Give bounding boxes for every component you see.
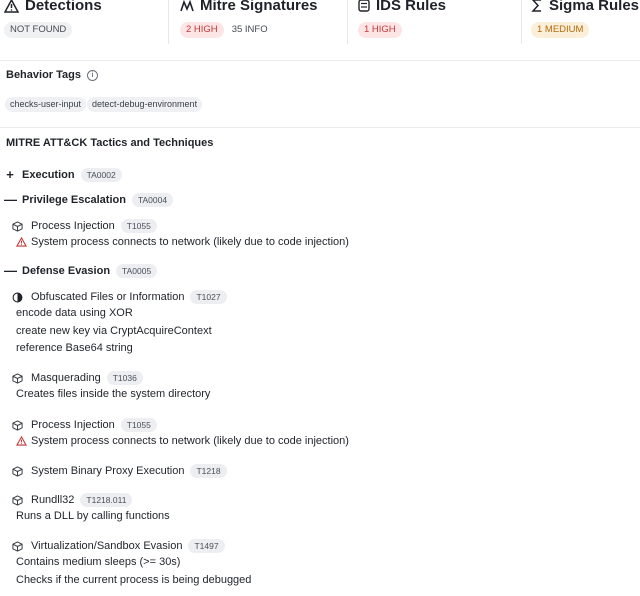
tactic-id-badge: TA0005 <box>116 263 158 278</box>
technique-id-badge: T1055 <box>120 219 157 233</box>
sigma-rules-title: Sigma Rules <box>549 0 640 14</box>
warning-icon <box>4 0 19 13</box>
detail-text: System process connects to network (like… <box>31 236 349 248</box>
sigma-medium-badge: 1 MEDIUM <box>531 22 590 38</box>
technique-id-badge: T1055 <box>120 418 157 432</box>
technique-detail: reference Base64 string <box>16 342 133 354</box>
collapse-icon[interactable]: — <box>4 192 17 207</box>
technique-name: Masquerading <box>31 372 101 384</box>
ids-rules-title: IDS Rules <box>376 0 447 14</box>
technique-masquerading[interactable]: Masquerading T1036 <box>12 371 143 385</box>
technique-name: Process Injection <box>31 419 115 431</box>
technique-id-badge: T1027 <box>190 290 227 304</box>
collapse-icon[interactable]: — <box>4 263 17 278</box>
detail-text: reference Base64 string <box>16 342 133 354</box>
technique-detail: Runs a DLL by calling functions <box>16 510 170 522</box>
sigma-icon <box>531 0 541 12</box>
summary-bar: Detections NOT FOUND Mitre Signatures 2 … <box>0 0 640 44</box>
technique-id-badge: T1036 <box>106 371 143 385</box>
detail-text: Checks if the current process is being d… <box>16 574 252 586</box>
mitre-info-badge: 35 INFO <box>231 24 268 35</box>
technique-process-injection[interactable]: Process Injection T1055 <box>12 418 157 432</box>
technique-name: System Binary Proxy Execution <box>31 465 185 477</box>
cube-icon <box>12 419 23 431</box>
detections-status-badge: NOT FOUND <box>4 22 73 38</box>
divider <box>347 0 348 44</box>
technique-rundll32[interactable]: Rundll32 T1218.011 <box>12 493 133 507</box>
tactic-privilege-escalation[interactable]: — Privilege Escalation TA0004 <box>4 192 174 207</box>
technique-name: Rundll32 <box>31 494 75 506</box>
technique-detail: System process connects to network (like… <box>16 435 349 447</box>
technique-detail: Checks if the current process is being d… <box>16 574 251 586</box>
mitre-logo-icon <box>180 0 194 11</box>
detail-text: System process connects to network (like… <box>31 435 349 447</box>
tactic-execution[interactable]: + Execution TA0002 <box>4 167 122 182</box>
cube-icon <box>12 372 23 384</box>
detail-text: Runs a DLL by calling functions <box>16 510 170 522</box>
mitre-section-title: MITRE ATT&CK Tactics and Techniques <box>6 137 214 149</box>
info-icon[interactable]: i <box>87 69 98 81</box>
ids-high-badge: 1 HIGH <box>358 22 402 38</box>
detections-title: Detections <box>25 0 102 14</box>
behavior-tag[interactable]: checks-user-input <box>5 97 87 112</box>
detail-text: Creates files inside the system director… <box>16 388 211 400</box>
technique-system-binary-proxy-execution[interactable]: System Binary Proxy Execution T1218 <box>12 464 227 478</box>
technique-id-badge: T1218 <box>190 464 227 478</box>
tactic-name: Privilege Escalation <box>22 193 126 206</box>
technique-virtualization-sandbox-evasion[interactable]: Virtualization/Sandbox Evasion T1497 <box>12 539 225 553</box>
technique-name: Virtualization/Sandbox Evasion <box>31 540 183 552</box>
technique-name: Process Injection <box>31 220 115 232</box>
database-icon <box>358 0 370 12</box>
technique-detail: encode data using XOR <box>16 307 133 319</box>
divider <box>168 0 169 44</box>
tactic-id-badge: TA0002 <box>80 167 122 182</box>
warning-icon <box>16 237 27 247</box>
technique-name: Obfuscated Files or Information <box>31 291 185 303</box>
technique-detail: System process connects to network (like… <box>16 236 349 248</box>
technique-process-injection[interactable]: Process Injection T1055 <box>12 219 157 233</box>
detail-text: encode data using XOR <box>16 307 133 319</box>
detail-text: create new key via CryptAcquireContext <box>16 325 212 337</box>
tactic-name: Execution <box>22 168 75 181</box>
cube-icon <box>12 494 23 506</box>
cube-icon <box>12 465 23 477</box>
detail-text: Contains medium sleeps (>= 30s) <box>16 556 181 568</box>
divider <box>521 0 522 44</box>
mitre-high-badge: 2 HIGH <box>180 22 224 38</box>
technique-detail: create new key via CryptAcquireContext <box>16 325 212 337</box>
tactic-id-badge: TA0004 <box>131 192 174 207</box>
cube-icon <box>12 220 23 232</box>
tactic-name: Defense Evasion <box>22 264 111 277</box>
mitre-section-heading: MITRE ATT&CK Tactics and Techniques <box>6 137 213 149</box>
technique-id-badge: T1218.011 <box>80 493 133 507</box>
technique-id-badge: T1497 <box>188 539 225 553</box>
divider <box>0 127 640 128</box>
behavior-tags-title: Behavior Tags <box>6 69 81 81</box>
cube-icon <box>12 540 23 552</box>
technique-detail: Contains medium sleeps (>= 30s) <box>16 556 180 568</box>
tactic-defense-evasion[interactable]: — Defense Evasion TA0005 <box>4 263 158 278</box>
warning-icon <box>16 436 27 446</box>
circle-half-icon <box>12 292 23 302</box>
technique-detail: Creates files inside the system director… <box>16 388 210 400</box>
behavior-tags-heading: Behavior Tags i <box>6 69 98 81</box>
behavior-tag[interactable]: detect-debug-environment <box>87 97 203 112</box>
expand-icon[interactable]: + <box>4 167 16 182</box>
divider <box>0 60 640 61</box>
mitre-signatures-title: Mitre Signatures <box>200 0 318 14</box>
technique-obfuscated-files[interactable]: Obfuscated Files or Information T1027 <box>12 290 227 304</box>
